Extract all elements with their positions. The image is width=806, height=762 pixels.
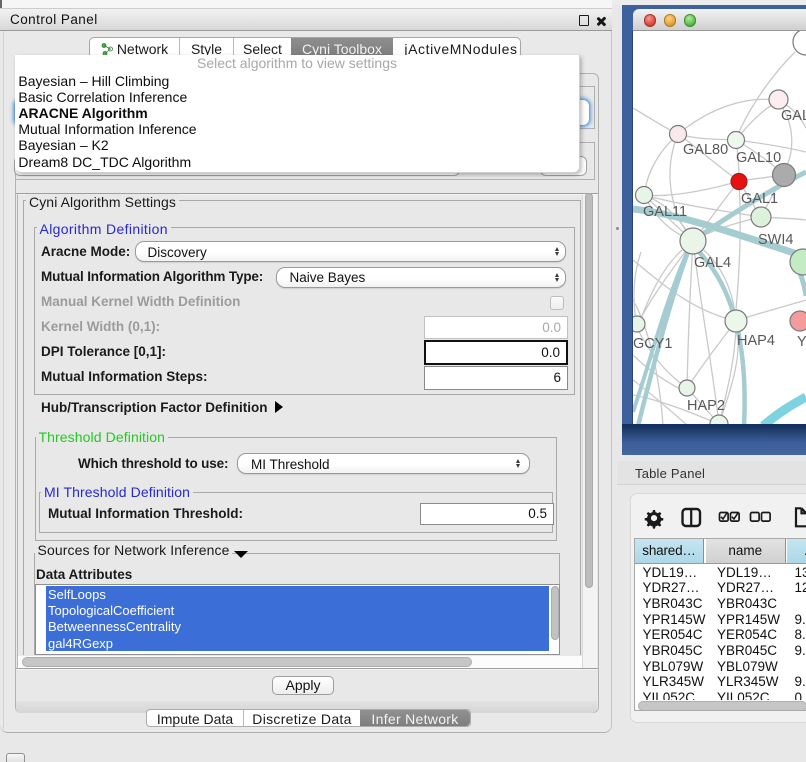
svg-text:GAL10: GAL10: [736, 150, 781, 166]
svg-text:SWI4: SWI4: [758, 232, 793, 248]
svg-text:GCY1: GCY1: [633, 336, 673, 352]
svg-text:HAP4: HAP4: [737, 333, 775, 349]
svg-text:Y: Y: [797, 334, 806, 350]
svg-text:GAL11: GAL11: [643, 204, 687, 220]
svg-text:GAL80: GAL80: [683, 142, 728, 158]
svg-text:GAL4: GAL4: [694, 255, 731, 271]
svg-text:GAL1: GAL1: [741, 191, 778, 207]
svg-text:GAL: GAL: [781, 108, 806, 124]
svg-text:HAP2: HAP2: [687, 398, 725, 414]
